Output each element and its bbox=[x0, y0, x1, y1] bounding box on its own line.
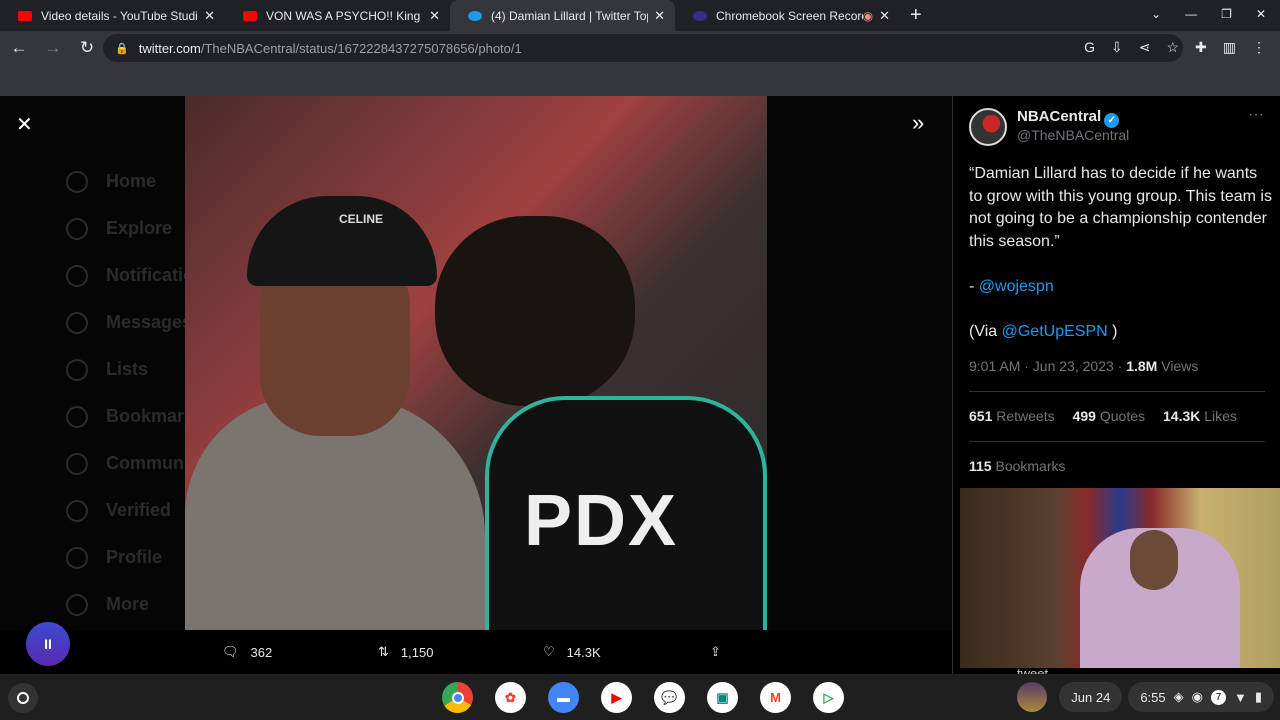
files-app-icon[interactable]: ▬ bbox=[548, 682, 579, 713]
extensions-icon[interactable]: ✚ bbox=[1195, 39, 1207, 56]
messages-app-icon[interactable]: 💬 bbox=[654, 682, 685, 713]
close-tab-icon[interactable]: ✕ bbox=[654, 8, 665, 24]
like-button[interactable]: ♡ 14.3K bbox=[543, 644, 601, 660]
heart-icon: ♡ bbox=[543, 644, 555, 659]
browser-toolbar: ← → ↻ 🔒 twitter.com/TheNBACentral/status… bbox=[0, 31, 1280, 65]
expand-panel-icon[interactable]: » bbox=[912, 110, 924, 136]
youtube-icon bbox=[18, 10, 32, 21]
minimize-icon[interactable]: — bbox=[1185, 7, 1197, 21]
back-icon[interactable]: ← bbox=[4, 38, 34, 58]
verified-icon: ✓ bbox=[1104, 113, 1120, 128]
more-options-icon[interactable]: ··· bbox=[1248, 106, 1264, 124]
close-viewer-icon[interactable]: ✕ bbox=[16, 112, 33, 137]
divider bbox=[969, 441, 1265, 442]
tab-youtube-studio[interactable]: Video details - YouTube Studio ✕ bbox=[0, 0, 225, 31]
date-pill[interactable]: Jun 24 bbox=[1059, 682, 1123, 712]
reply-button[interactable]: 🗨 362 bbox=[222, 644, 272, 660]
new-tab-button[interactable]: + bbox=[910, 4, 922, 27]
tweet-timestamp: 9:01 AM · Jun 23, 2023 · 1.8M Views bbox=[969, 358, 1199, 374]
youtube-app-icon[interactable]: ▶ bbox=[601, 682, 632, 713]
close-tab-icon[interactable]: ✕ bbox=[879, 8, 890, 24]
share-button[interactable]: ⇪ bbox=[710, 644, 721, 660]
mention-link[interactable]: @wojespn bbox=[979, 278, 1054, 295]
google-icon[interactable]: G bbox=[1084, 39, 1095, 56]
tab-screen-recorder[interactable]: Chromebook Screen Recorder ◉ ✕ bbox=[675, 0, 900, 31]
divider bbox=[969, 391, 1265, 392]
close-window-icon[interactable]: ✕ bbox=[1256, 7, 1266, 21]
share-icon: ⇪ bbox=[710, 644, 721, 659]
side-panel-icon[interactable]: ▥ bbox=[1223, 39, 1236, 56]
chrome-app-icon[interactable] bbox=[442, 682, 473, 713]
status-tray[interactable]: 6:55 ◈ ◉ 7 ▼ ▮ bbox=[1128, 682, 1274, 712]
user-avatar[interactable] bbox=[1017, 682, 1048, 712]
screen-capture-icon: ◉ bbox=[1191, 689, 1203, 704]
tab-search-icon[interactable]: ⌄ bbox=[1151, 7, 1161, 21]
tweet-stats: 651 Retweets 499 Quotes 14.3K Likes bbox=[969, 408, 1237, 424]
jersey: PDX bbox=[485, 396, 767, 630]
photo-viewer: Home Explore Notifications Messages List… bbox=[0, 96, 952, 674]
meet-app-icon[interactable]: ▣ bbox=[707, 682, 738, 713]
battery-icon: ▮ bbox=[1254, 689, 1262, 704]
maximize-icon[interactable]: ❐ bbox=[1221, 7, 1232, 21]
tab-strip: Video details - YouTube Studio ✕ VON WAS … bbox=[0, 0, 1280, 31]
launcher-button[interactable] bbox=[8, 683, 38, 713]
photos-app-icon[interactable]: ✿ bbox=[495, 682, 526, 713]
retweet-icon: ⇅ bbox=[378, 644, 389, 659]
bookmark-bar bbox=[0, 65, 1280, 96]
close-tab-icon[interactable]: ✕ bbox=[429, 8, 440, 24]
install-icon[interactable]: ⇩ bbox=[1111, 39, 1123, 56]
quotes-stat[interactable]: 499 Quotes bbox=[1073, 408, 1145, 424]
likes-stat[interactable]: 14.3K Likes bbox=[1163, 408, 1237, 424]
photo-actions: 🗨 362 ⇅ 1,150 ♡ 14.3K ⇪ bbox=[0, 630, 952, 674]
recording-pause-button[interactable]: II bbox=[26, 622, 70, 666]
tab-king-von[interactable]: VON WAS A PSYCHO!! King Von✕ bbox=[225, 0, 450, 31]
forward-icon[interactable]: → bbox=[38, 38, 68, 58]
wifi-icon: ▼ bbox=[1233, 689, 1247, 705]
tweet-text: “Damian Lillard has to decide if he want… bbox=[969, 165, 1272, 340]
youtube-icon bbox=[243, 10, 257, 21]
notification-count: 7 bbox=[1210, 689, 1226, 705]
share-icon[interactable]: ⋖ bbox=[1139, 39, 1151, 56]
reply-icon: 🗨 bbox=[222, 644, 239, 659]
webcam-overlay bbox=[960, 488, 1280, 668]
chromeos-shelf: ✿ ▬ ▶ 💬 ▣ M ▷ Jun 24 6:55 ◈ ◉ 7 ▼ ▮ bbox=[0, 674, 1280, 720]
recorder-icon bbox=[693, 10, 707, 21]
close-tab-icon[interactable]: ✕ bbox=[204, 8, 215, 24]
author-handle[interactable]: @TheNBACentral bbox=[1017, 127, 1129, 143]
recording-icon: ◉ bbox=[862, 8, 874, 23]
bookmark-star-icon[interactable]: ☆ bbox=[1166, 39, 1179, 56]
gmail-app-icon[interactable]: M bbox=[760, 682, 791, 713]
reload-icon[interactable]: ↻ bbox=[72, 38, 102, 58]
cap: CELINE bbox=[247, 196, 437, 286]
retweet-button[interactable]: ⇅ 1,150 bbox=[378, 644, 433, 660]
address-bar[interactable]: 🔒 twitter.com/TheNBACentral/status/16722… bbox=[103, 34, 1183, 62]
retweets-stat[interactable]: 651 Retweets bbox=[969, 408, 1055, 424]
tab-twitter[interactable]: (4) Damian Lillard | Twitter Topic ✕ bbox=[450, 0, 675, 31]
twitter-icon bbox=[468, 10, 482, 21]
lock-icon: 🔒 bbox=[115, 42, 129, 55]
bookmarks-stat[interactable]: 115 Bookmarks bbox=[969, 458, 1066, 474]
play-store-app-icon[interactable]: ▷ bbox=[813, 682, 844, 713]
tweet-photo: CELINE PDX bbox=[185, 96, 767, 630]
mention-link[interactable]: @GetUpESPN bbox=[1002, 323, 1108, 340]
menu-icon[interactable]: ⋮ bbox=[1252, 39, 1266, 56]
avatar[interactable] bbox=[969, 108, 1007, 146]
layers-icon: ◈ bbox=[1173, 689, 1184, 704]
author-name[interactable]: NBACentral ✓ bbox=[1017, 108, 1120, 128]
